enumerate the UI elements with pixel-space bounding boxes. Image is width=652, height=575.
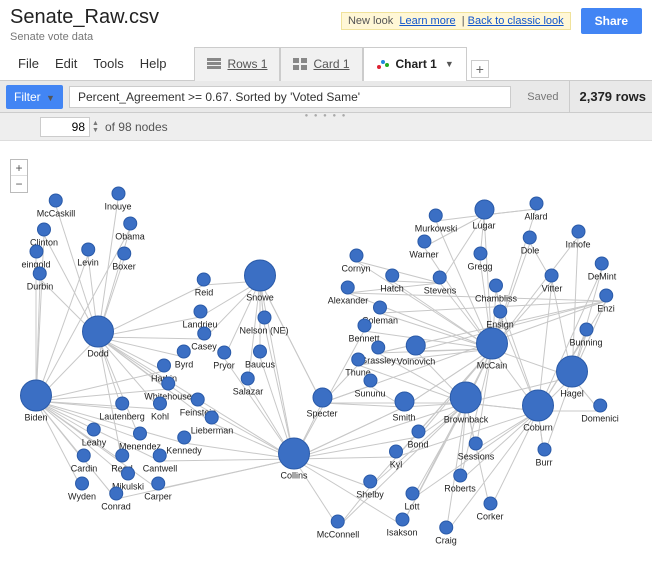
node-count-total: of 98 nodes: [105, 120, 168, 134]
tab-chart[interactable]: Chart 1 ▼: [363, 47, 467, 81]
chevron-down-icon: ▼: [46, 93, 55, 103]
drag-grip[interactable]: ● ● ● ● ●: [305, 113, 348, 119]
menu-file[interactable]: File: [10, 50, 47, 77]
tab-card-label: Card 1: [313, 57, 349, 71]
tab-rows[interactable]: Rows 1: [194, 47, 280, 81]
node-count-stepper[interactable]: ▲ ▼: [92, 120, 99, 134]
rows-icon: [207, 58, 221, 70]
new-look-banner: New look Learn more | Back to classic lo…: [341, 12, 571, 30]
card-icon: [293, 58, 307, 70]
row-count: 2,379 rows: [569, 81, 647, 113]
tab-rows-label: Rows 1: [227, 57, 267, 71]
page-subtitle: Senate vote data: [10, 31, 159, 43]
node-count-input[interactable]: [40, 117, 90, 137]
network-chart[interactable]: + − McCaskillInouyeClintonObamaeingoldLe…: [0, 141, 652, 575]
chart-icon: [376, 58, 390, 70]
menu-tools[interactable]: Tools: [85, 50, 131, 77]
stepper-up-icon[interactable]: ▲: [92, 120, 99, 127]
saved-status: Saved: [527, 91, 558, 103]
learn-more-link[interactable]: Learn more: [399, 15, 455, 27]
filter-description: Percent_Agreement >= 0.67. Sorted by 'Vo…: [69, 86, 511, 108]
share-button[interactable]: Share: [581, 8, 642, 34]
menu-help[interactable]: Help: [132, 50, 175, 77]
back-classic-link[interactable]: Back to classic look: [468, 15, 564, 27]
filter-button-label: Filter: [14, 90, 41, 104]
chart-edges: [0, 141, 652, 575]
filter-button[interactable]: Filter ▼: [6, 85, 63, 109]
page-title: Senate_Raw.csv: [10, 6, 159, 29]
menu-edit[interactable]: Edit: [47, 50, 85, 77]
tab-card[interactable]: Card 1: [280, 47, 362, 81]
add-tab-button[interactable]: +: [471, 60, 489, 78]
stepper-down-icon[interactable]: ▼: [92, 127, 99, 134]
chevron-down-icon: ▼: [445, 59, 454, 69]
tab-chart-label: Chart 1: [396, 57, 437, 71]
new-look-text: New look: [348, 15, 393, 27]
